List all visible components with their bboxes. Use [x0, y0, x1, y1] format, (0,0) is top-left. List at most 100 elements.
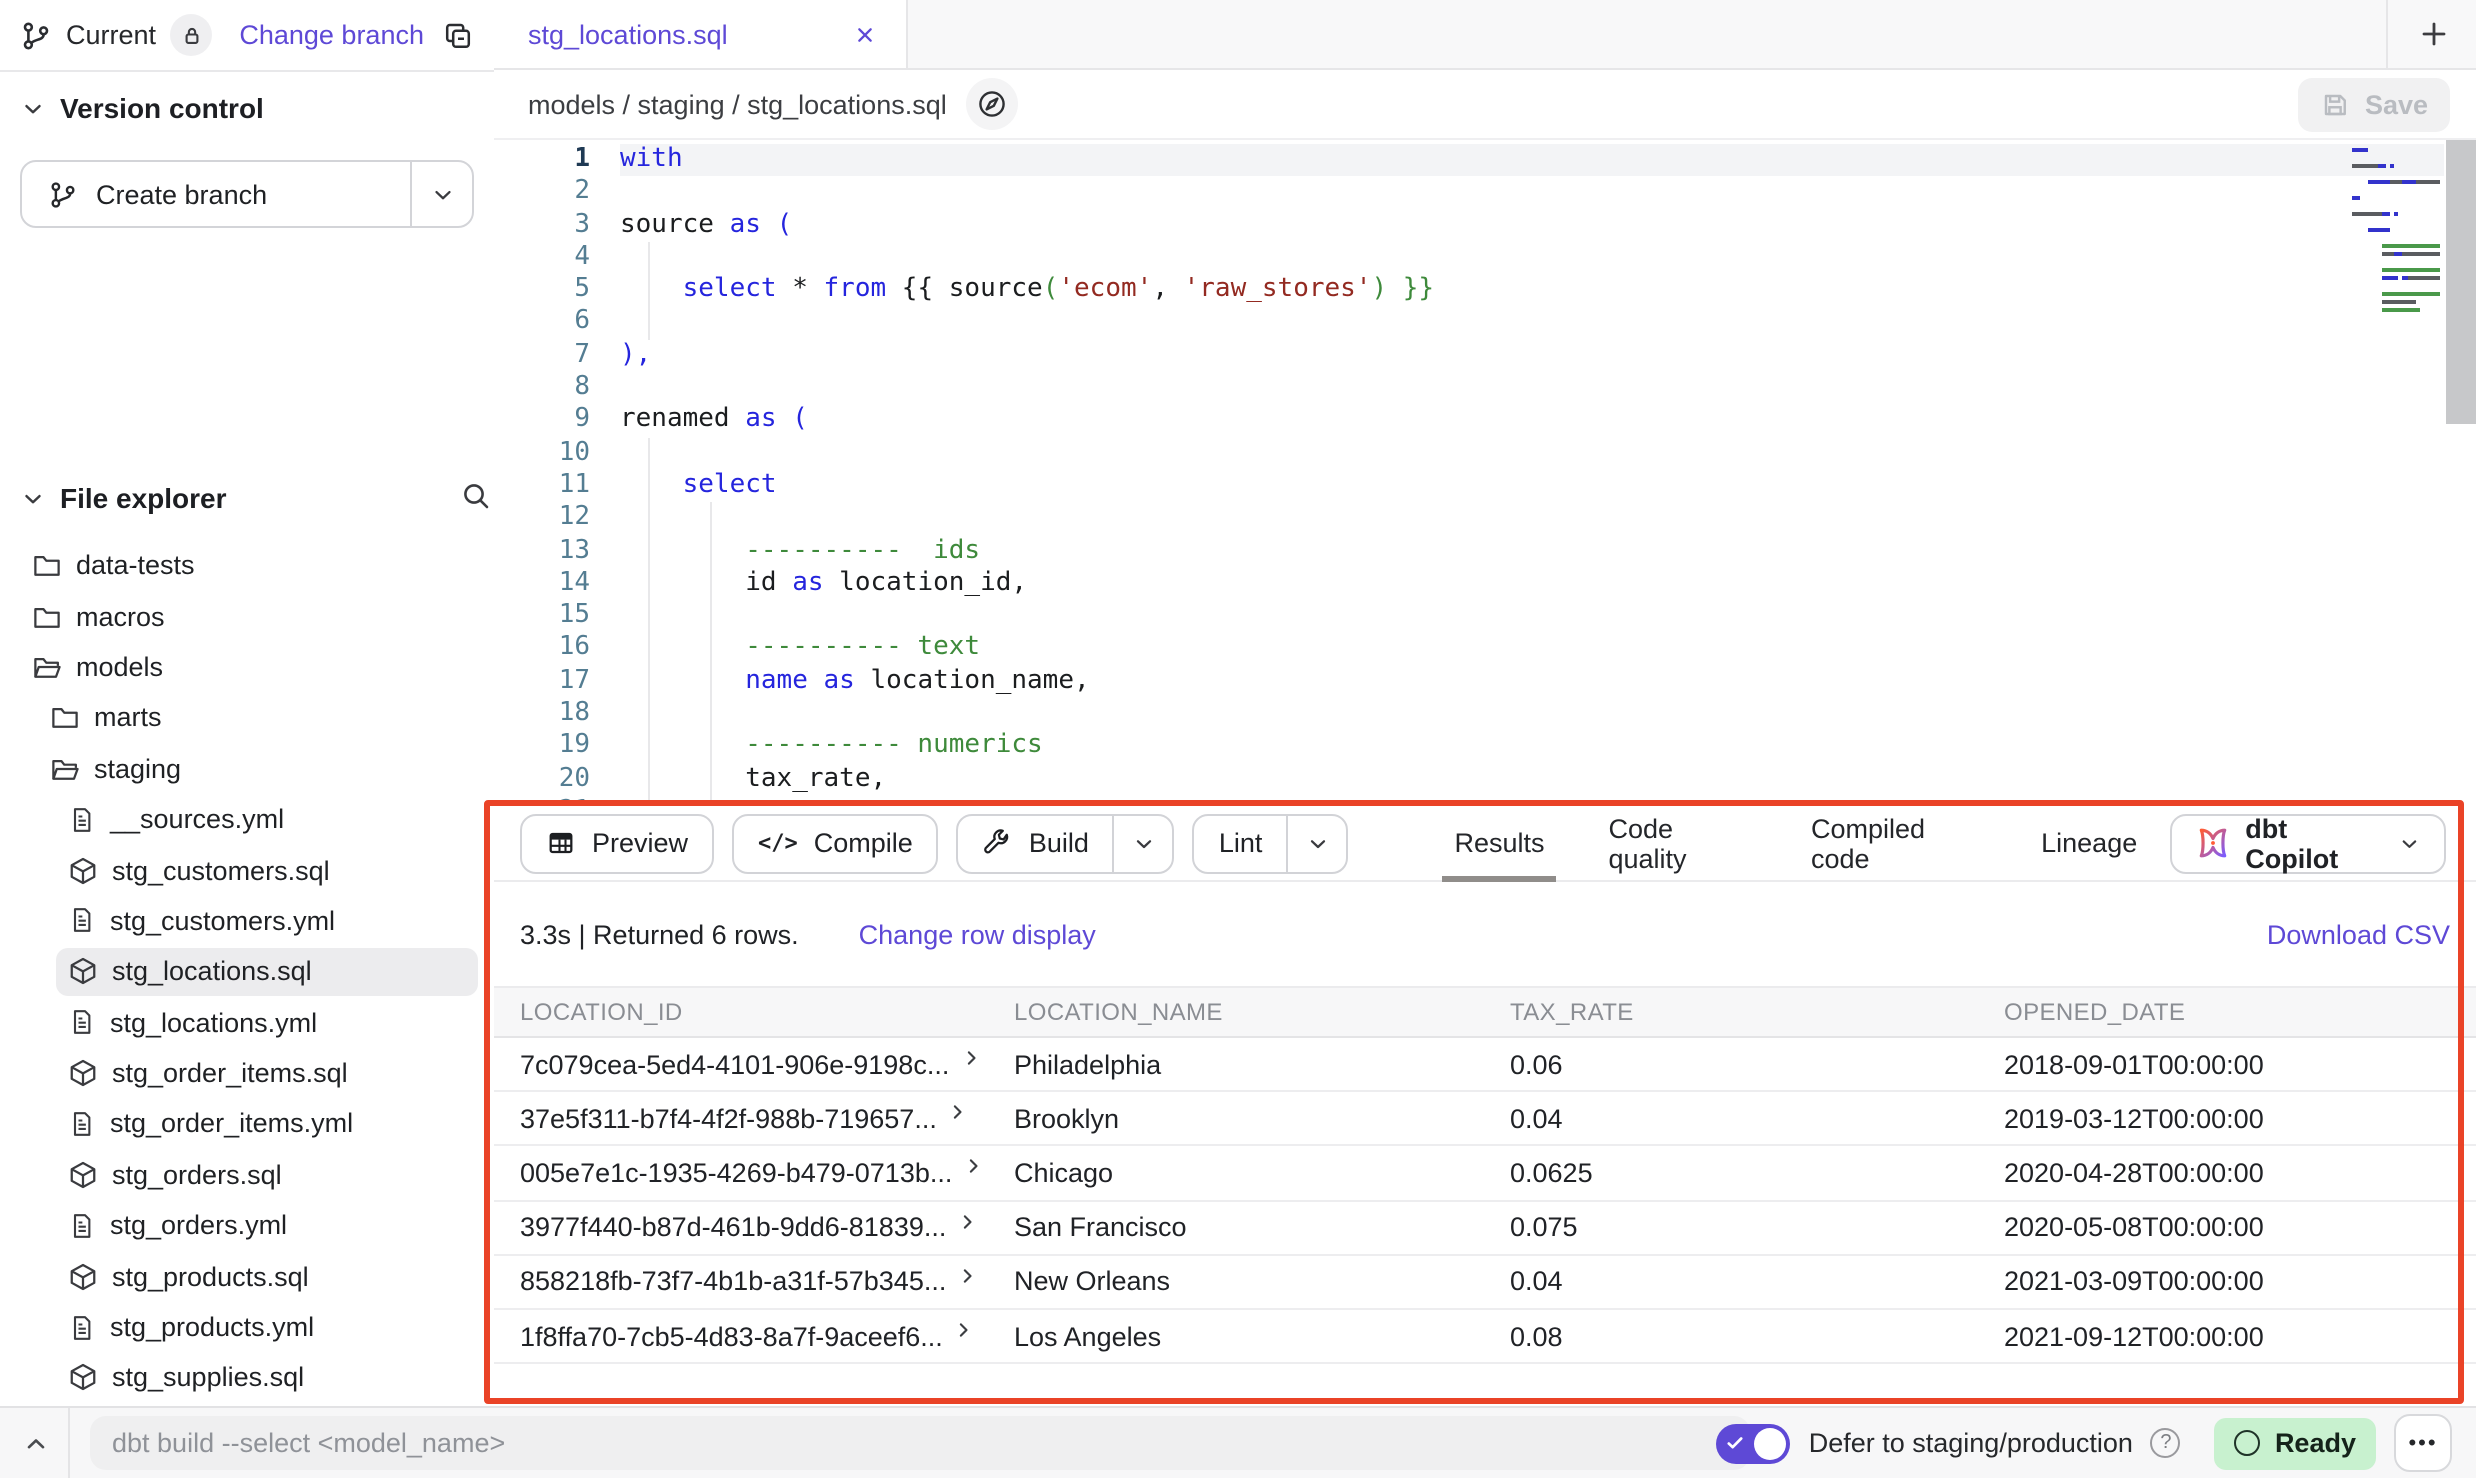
minimap-line: [2352, 266, 2440, 274]
tree-item-models[interactable]: models: [0, 642, 492, 693]
defer-label: Defer to staging/production: [1809, 1428, 2133, 1458]
row-expander-icon[interactable]: [958, 1212, 978, 1231]
build-dropdown[interactable]: [1113, 815, 1173, 871]
tabbar-separator: [2386, 0, 2388, 68]
folder-open-icon: [32, 652, 62, 682]
breadcrumb-row: models / staging / stg_locations.sql Sav…: [494, 70, 2476, 140]
copilot-icon: [2195, 826, 2229, 860]
panel-tab-lineage[interactable]: Lineage: [2009, 805, 2169, 881]
tree-item-stg_customers.sql[interactable]: stg_customers.sql: [0, 845, 492, 896]
row-expander-icon[interactable]: [955, 1321, 975, 1340]
lint-button[interactable]: Lint: [1193, 813, 1349, 873]
cell-location-name: Brooklyn: [988, 1104, 1484, 1134]
ellipsis-icon[interactable]: •••: [2394, 1414, 2452, 1472]
code-line: [620, 503, 2444, 536]
tree-item-label: stg_products.sql: [112, 1261, 309, 1291]
preview-button[interactable]: Preview: [520, 813, 714, 873]
minimap-line: [2352, 154, 2440, 162]
search-icon[interactable]: [460, 480, 492, 512]
copy-icon[interactable]: [442, 19, 474, 51]
tree-item-macros[interactable]: macros: [0, 591, 492, 642]
file-explorer-header[interactable]: File explorer: [0, 476, 514, 520]
compile-button[interactable]: </> Compile: [732, 813, 939, 873]
lint-dropdown[interactable]: [1286, 815, 1346, 871]
row-expander-icon[interactable]: [961, 1049, 981, 1068]
change-branch-link[interactable]: Change branch: [239, 20, 424, 50]
ready-status-badge[interactable]: Ready: [2215, 1417, 2376, 1469]
dbt-copilot-button[interactable]: dbt Copilot: [2169, 813, 2446, 873]
defer-toggle[interactable]: [1717, 1423, 1791, 1463]
plus-icon[interactable]: [2418, 18, 2450, 50]
cell-location-id: 1f8ffa70-7cb5-4d83-8a7f-9aceef6...: [494, 1321, 988, 1351]
row-expander-icon[interactable]: [964, 1158, 984, 1177]
minimap-line: [2352, 162, 2440, 170]
tab-stg-locations[interactable]: stg_locations.sql: [494, 0, 908, 68]
results-info-row: 3.3s | Returned 6 rows. Change row displ…: [494, 882, 2476, 986]
cell-location-id: 3977f440-b87d-461b-9dd6-81839...: [494, 1212, 988, 1242]
tree-item-stg_order_items.yml[interactable]: stg_order_items.yml: [0, 1099, 492, 1150]
code-line: source as (: [620, 209, 2444, 242]
tree-item-marts[interactable]: marts: [0, 692, 492, 743]
help-icon[interactable]: ?: [2151, 1428, 2181, 1458]
create-branch-button[interactable]: Create branch: [20, 160, 474, 228]
tree-item-label: stg_supplies.sql: [112, 1363, 304, 1393]
tree-item-stg_products.yml[interactable]: stg_products.yml: [0, 1302, 492, 1353]
version-control-header[interactable]: Version control: [0, 88, 514, 128]
minimap-line: [2352, 170, 2440, 178]
cell-opened-date: 2019-03-12T00:00:00: [1978, 1104, 2476, 1134]
row-expander-icon[interactable]: [949, 1104, 969, 1123]
tree-item-__sources.yml[interactable]: __sources.yml: [0, 794, 492, 845]
code-line: select * from {{ source('ecom', 'raw_sto…: [620, 274, 2444, 307]
download-csv-link[interactable]: Download CSV: [2267, 919, 2450, 949]
tree-item-staging[interactable]: staging: [0, 743, 492, 794]
line-number: 6: [494, 307, 590, 340]
check-icon: [1727, 1434, 1745, 1452]
file-icon: [68, 1313, 96, 1341]
tree-item-stg_customers.yml[interactable]: stg_customers.yml: [0, 895, 492, 946]
lock-icon: [179, 23, 203, 47]
tree-item-data-tests[interactable]: data-tests: [0, 540, 492, 591]
minimap-line: [2352, 242, 2440, 250]
cell-location-name: Los Angeles: [988, 1321, 1484, 1351]
create-branch-dropdown[interactable]: [410, 162, 472, 226]
tree-item-stg_supplies.sql[interactable]: stg_supplies.sql: [0, 1353, 492, 1404]
panel-tab-results[interactable]: Results: [1422, 805, 1576, 881]
code-editor[interactable]: 123456789101112131415161718192021 with s…: [494, 140, 2476, 806]
line-number: 9: [494, 405, 590, 438]
tree-item-stg_locations.yml[interactable]: stg_locations.yml: [0, 997, 492, 1048]
cell-tax-rate: 0.06: [1484, 1049, 1978, 1079]
scrollbar-thumb[interactable]: [2446, 140, 2476, 424]
tree-item-stg_locations.sql[interactable]: stg_locations.sql: [0, 946, 492, 997]
command-input[interactable]: dbt build --select <model_name>: [90, 1416, 1750, 1470]
build-button[interactable]: Build: [957, 813, 1175, 873]
tree-item-label: stg_products.yml: [110, 1312, 314, 1342]
tree-item-label: stg_customers.sql: [112, 855, 330, 885]
chevron-down-icon: [429, 181, 455, 207]
panel-tab-code-quality[interactable]: Code quality: [1577, 805, 1779, 881]
line-number: 17: [494, 666, 590, 699]
line-number-gutter: 123456789101112131415161718192021: [494, 144, 590, 806]
minimap-line: [2352, 146, 2440, 154]
table-row: 37e5f311-b7f4-4f2f-988b-719657...Brookly…: [494, 1092, 2476, 1146]
change-row-display-link[interactable]: Change row display: [859, 919, 1096, 949]
tree-item-label: macros: [76, 601, 165, 631]
tree-item-label: data-tests: [76, 550, 195, 580]
cell-location-name: San Francisco: [988, 1212, 1484, 1242]
folder-open-icon: [50, 754, 80, 784]
row-expander-icon[interactable]: [958, 1267, 978, 1286]
panel-tab-compiled-code[interactable]: Compiled code: [1779, 805, 2009, 881]
statusbar-right: Defer to staging/production ? Ready •••: [1717, 1408, 2452, 1478]
close-icon[interactable]: [852, 21, 878, 47]
tree-item-stg_products.sql[interactable]: stg_products.sql: [0, 1251, 492, 1302]
column-header-location_name: LOCATION_NAME: [988, 998, 1484, 1026]
line-number: 5: [494, 274, 590, 307]
tree-item-stg_orders.yml[interactable]: stg_orders.yml: [0, 1200, 492, 1251]
code-line: [620, 307, 2444, 340]
compass-icon[interactable]: [967, 78, 1019, 130]
code-line: ---------- text: [620, 633, 2444, 666]
chevron-up-icon[interactable]: [22, 1430, 50, 1458]
tree-item-stg_order_items.sql[interactable]: stg_order_items.sql: [0, 1048, 492, 1099]
tree-item-stg_orders.sql[interactable]: stg_orders.sql: [0, 1149, 492, 1200]
table-icon: [546, 828, 576, 858]
save-button[interactable]: Save: [2299, 78, 2450, 132]
